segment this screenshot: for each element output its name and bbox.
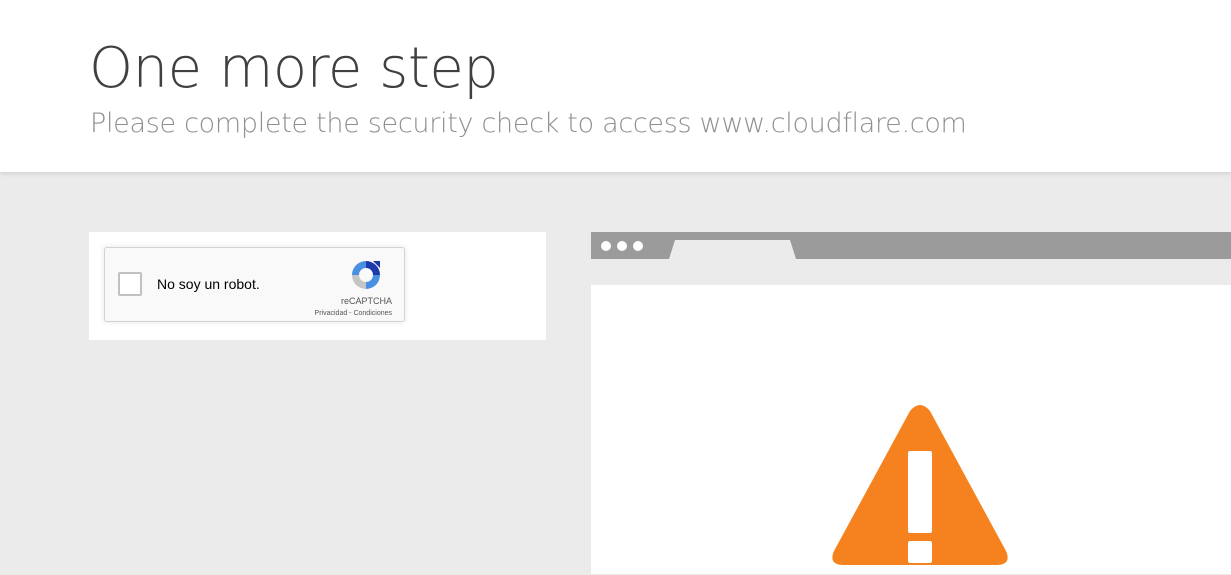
window-dot-icon [617,241,627,251]
browser-titlebar [591,232,1231,259]
recaptcha-terms-link[interactable]: Condiciones [353,310,392,317]
recaptcha-privacy-link[interactable]: Privacidad [315,310,348,317]
window-dot-icon [633,241,643,251]
recaptcha-links: Privacidad - Condiciones [315,310,392,317]
recaptcha-brand: reCAPTCHA [340,296,392,306]
page-header: One more step Please complete the securi… [0,0,1231,172]
browser-tab-icon [669,240,796,259]
recaptcha-logo-icon [352,261,380,289]
window-dot-icon [601,241,611,251]
page-title: One more step [89,36,499,101]
captcha-container: No soy un robot. reCAPTCHA Privacidad - … [89,232,546,340]
warning-triangle-icon [832,405,1008,565]
browser-content [591,285,1231,574]
recaptcha-checkbox[interactable] [118,272,142,296]
page-subtitle: Please complete the security check to ac… [90,108,967,139]
browser-illustration [591,232,1231,574]
recaptcha-widget: No soy un robot. reCAPTCHA Privacidad - … [104,247,405,322]
recaptcha-checkbox-label: No soy un robot. [157,276,260,292]
